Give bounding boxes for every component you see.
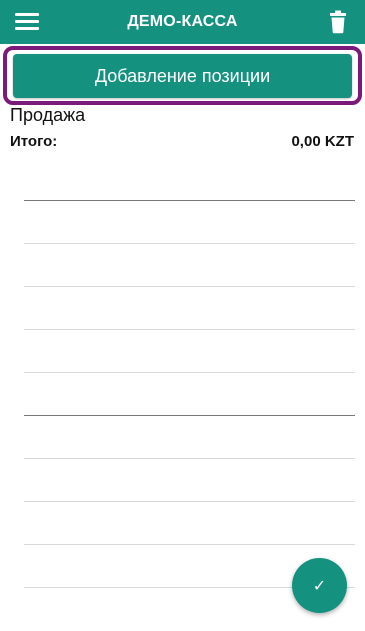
total-label: Итого: xyxy=(10,133,58,150)
list-item xyxy=(24,502,355,545)
total-row: Итого: 0,00 KZT xyxy=(10,133,354,153)
total-value: 0,00 KZT xyxy=(291,133,354,150)
list-item xyxy=(24,459,355,502)
list-item xyxy=(24,330,355,373)
confirm-button[interactable]: ✓ xyxy=(292,558,347,613)
trash-icon[interactable] xyxy=(327,10,349,34)
app-title: ДЕМО-КАССА xyxy=(127,13,238,30)
list-item xyxy=(24,287,355,330)
positions-list xyxy=(24,158,355,588)
add-position-button[interactable]: Добавление позиции xyxy=(13,54,352,98)
list-item xyxy=(24,201,355,244)
list-item xyxy=(24,373,355,416)
list-item xyxy=(24,416,355,459)
top-app-bar: ДЕМО-КАССА xyxy=(0,0,365,44)
list-item xyxy=(24,158,355,201)
add-position-highlight: Добавление позиции xyxy=(3,46,362,105)
app-root: ДЕМО-КАССА Добавление позиции Продажа Ит… xyxy=(0,0,365,631)
list-item xyxy=(24,244,355,287)
check-icon: ✓ xyxy=(312,577,327,595)
sale-title: Продажа xyxy=(10,105,86,125)
menu-icon[interactable] xyxy=(13,11,41,33)
